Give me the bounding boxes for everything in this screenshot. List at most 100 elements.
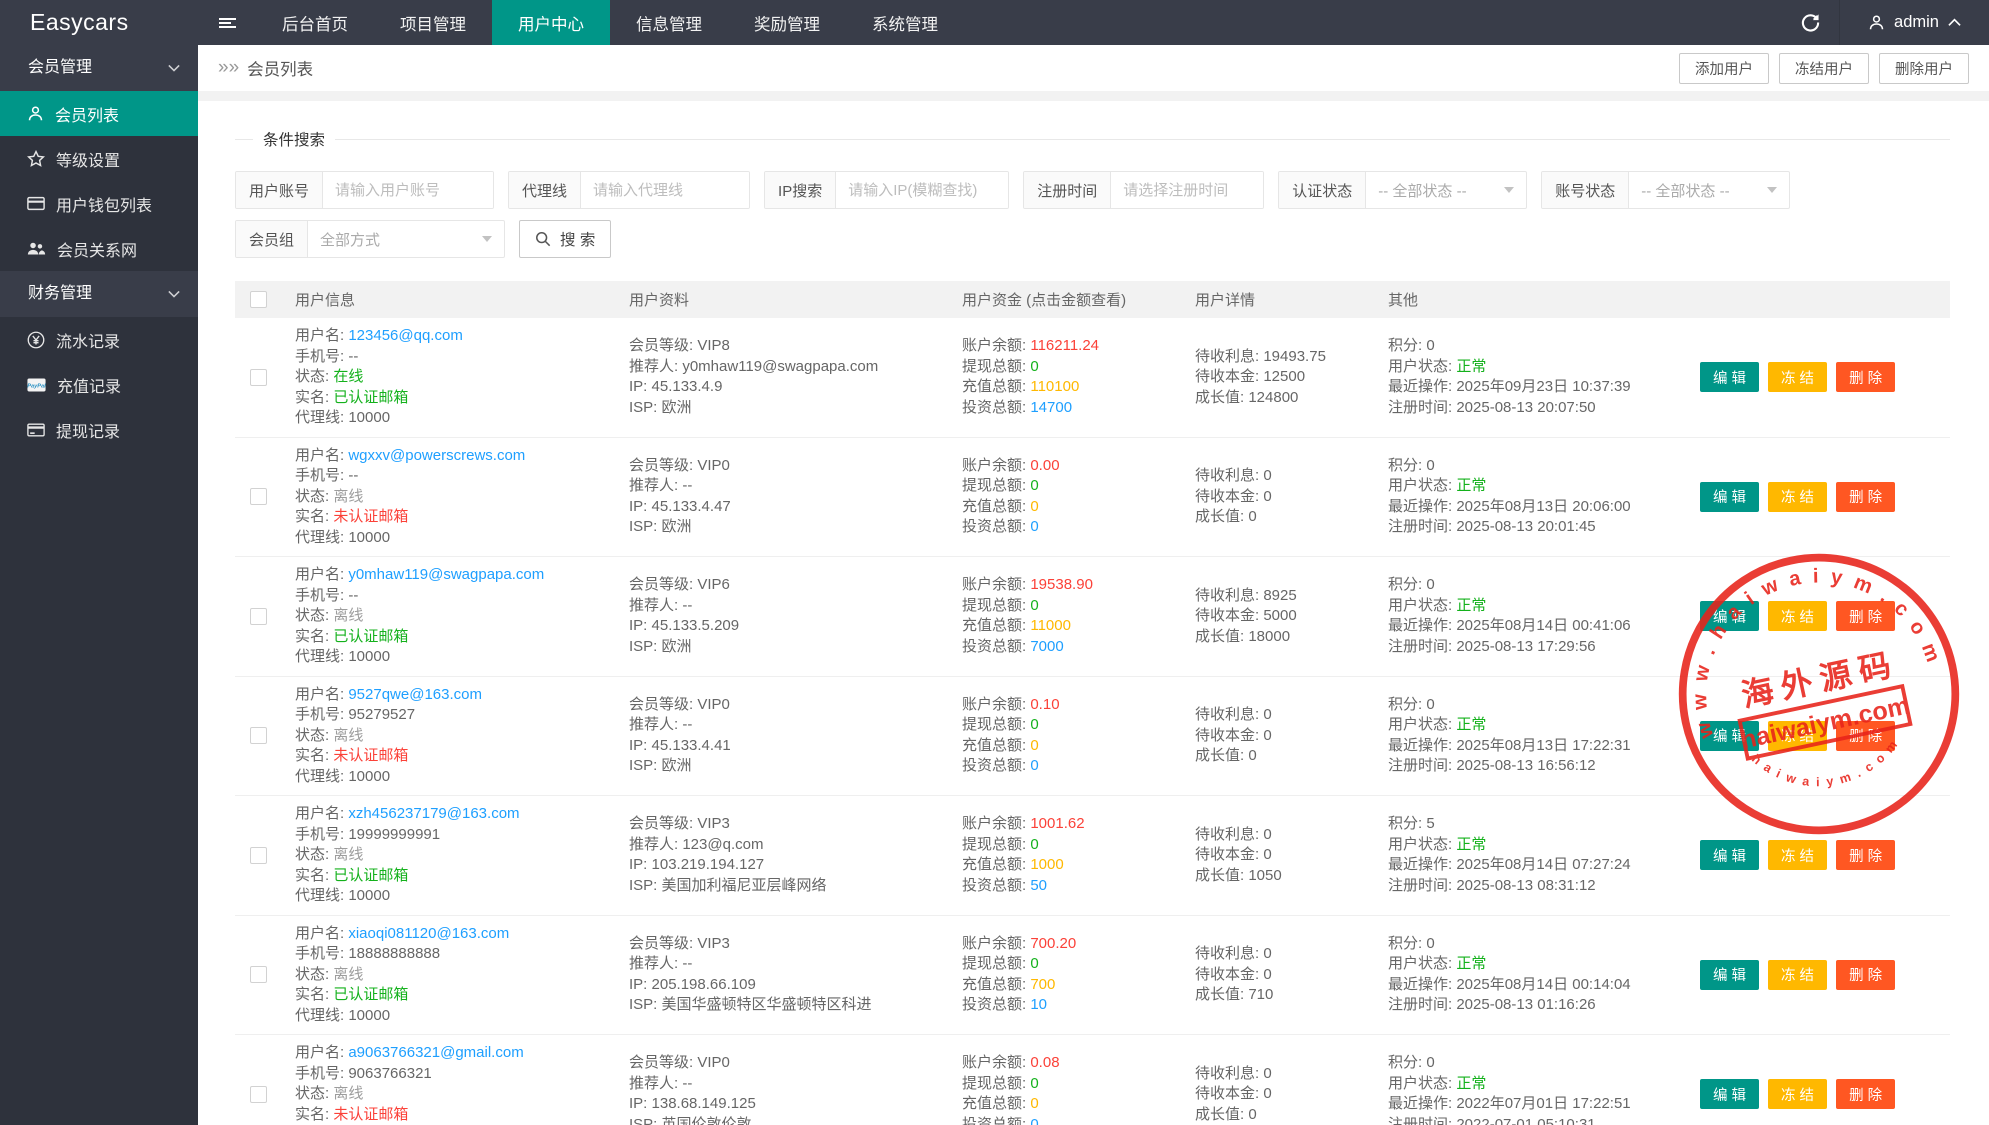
sidebar-item-user-wallets[interactable]: 用户钱包列表 (0, 181, 198, 226)
row-checkbox[interactable] (250, 727, 267, 744)
username-link[interactable]: 123456@qq.com (348, 327, 462, 344)
freeze-button[interactable]: 冻 结 (1768, 1079, 1827, 1109)
table-row: 用户名: wgxxv@powerscrews.com 手机号: -- 状态: 离… (235, 438, 1950, 558)
nav-item-system[interactable]: 系统管理 (846, 0, 964, 45)
withdraw-amount[interactable]: 0 (1030, 955, 1038, 972)
username-link[interactable]: 9527qwe@163.com (348, 686, 482, 703)
withdraw-amount[interactable]: 0 (1030, 836, 1038, 853)
delete-button[interactable]: 删 除 (1836, 362, 1895, 392)
freeze-user-button[interactable]: 冻结用户 (1779, 53, 1869, 84)
username-link[interactable]: a9063766321@gmail.com (348, 1044, 523, 1061)
user-account-input[interactable] (323, 172, 493, 208)
nav-item-rewards[interactable]: 奖励管理 (728, 0, 846, 45)
delete-button[interactable]: 删 除 (1836, 840, 1895, 870)
recharge-amount[interactable]: 1000 (1030, 856, 1063, 873)
invest-amount[interactable]: 10 (1030, 996, 1047, 1013)
balance-amount[interactable]: 19538.90 (1030, 576, 1093, 593)
sidebar-item-recharge-records[interactable]: PayPal 充值记录 (0, 362, 198, 407)
freeze-button[interactable]: 冻 结 (1768, 482, 1827, 512)
main-area: »» 会员列表 添加用户 冻结用户 删除用户 条件搜索 用户账号 代理线 IP搜… (198, 45, 1989, 1125)
recharge-amount[interactable]: 0 (1030, 498, 1038, 515)
edit-button[interactable]: 编 辑 (1700, 721, 1759, 751)
admin-menu[interactable]: admin (1839, 0, 1989, 45)
sidebar-toggle-button[interactable] (198, 0, 256, 45)
row-checkbox[interactable] (250, 608, 267, 625)
register-time-input[interactable] (1111, 172, 1263, 208)
freeze-button[interactable]: 冻 结 (1768, 601, 1827, 631)
table-row: 用户名: a9063766321@gmail.com 手机号: 90637663… (235, 1035, 1950, 1125)
username-link[interactable]: xzh456237179@163.com (348, 805, 519, 822)
nav-item-information[interactable]: 信息管理 (610, 0, 728, 45)
balance-amount[interactable]: 1001.62 (1030, 815, 1084, 832)
balance-amount[interactable]: 116211.24 (1030, 337, 1099, 354)
row-checkbox[interactable] (250, 488, 267, 505)
row-checkbox[interactable] (250, 847, 267, 864)
username-link[interactable]: wgxxv@powerscrews.com (348, 447, 525, 464)
edit-button[interactable]: 编 辑 (1700, 601, 1759, 631)
freeze-button[interactable]: 冻 结 (1768, 362, 1827, 392)
nav-item-projects[interactable]: 项目管理 (374, 0, 492, 45)
ip-search-input[interactable] (836, 172, 1008, 208)
withdraw-amount[interactable]: 0 (1030, 358, 1038, 375)
balance-amount[interactable]: 0.08 (1030, 1054, 1059, 1071)
add-user-button[interactable]: 添加用户 (1679, 53, 1769, 84)
delete-button[interactable]: 删 除 (1836, 1079, 1895, 1109)
recharge-amount[interactable]: 0 (1030, 737, 1038, 754)
delete-user-button[interactable]: 删除用户 (1879, 53, 1969, 84)
delete-button[interactable]: 删 除 (1836, 601, 1895, 631)
freeze-button[interactable]: 冻 结 (1768, 721, 1827, 751)
withdraw-amount[interactable]: 0 (1030, 1075, 1038, 1092)
search-button[interactable]: 搜 索 (519, 220, 611, 258)
balance-amount[interactable]: 0.00 (1030, 457, 1059, 474)
delete-button[interactable]: 删 除 (1836, 482, 1895, 512)
invest-amount[interactable]: 14700 (1030, 399, 1072, 416)
select-all-checkbox[interactable] (250, 291, 267, 308)
invest-amount[interactable]: 0 (1030, 757, 1038, 774)
invest-amount[interactable]: 0 (1030, 518, 1038, 535)
invest-amount[interactable]: 0 (1030, 1116, 1038, 1125)
withdraw-amount[interactable]: 0 (1030, 477, 1038, 494)
edit-button[interactable]: 编 辑 (1700, 482, 1759, 512)
recharge-amount[interactable]: 700 (1030, 976, 1055, 993)
sidebar-item-flow-records[interactable]: 流水记录 (0, 317, 198, 362)
sidebar-item-member-list[interactable]: 会员列表 (0, 91, 198, 136)
freeze-button[interactable]: 冻 结 (1768, 960, 1827, 990)
auth-status-select[interactable]: -- 全部状态 -- (1366, 172, 1526, 208)
invest-amount[interactable]: 50 (1030, 877, 1047, 894)
member-group-select[interactable]: 全部方式 (308, 221, 504, 257)
sidebar-group-members[interactable]: 会员管理 (0, 45, 198, 91)
sidebar-item-member-network[interactable]: 会员关系网 (0, 226, 198, 271)
withdraw-amount[interactable]: 0 (1030, 716, 1038, 733)
recharge-amount[interactable]: 110100 (1030, 378, 1079, 395)
caret-down-icon (1767, 187, 1777, 193)
nav-item-dashboard[interactable]: 后台首页 (256, 0, 374, 45)
invest-amount[interactable]: 7000 (1030, 638, 1063, 655)
row-checkbox[interactable] (250, 966, 267, 983)
sidebar-group-finance[interactable]: 财务管理 (0, 271, 198, 317)
recharge-amount[interactable]: 11000 (1030, 617, 1071, 634)
balance-amount[interactable]: 0.10 (1030, 696, 1059, 713)
edit-button[interactable]: 编 辑 (1700, 362, 1759, 392)
balance-amount[interactable]: 700.20 (1030, 935, 1076, 952)
delete-button[interactable]: 删 除 (1836, 960, 1895, 990)
member-group-group: 会员组 全部方式 (235, 220, 505, 258)
edit-button[interactable]: 编 辑 (1700, 1079, 1759, 1109)
chevron-down-icon (168, 64, 180, 72)
freeze-button[interactable]: 冻 结 (1768, 840, 1827, 870)
refresh-button[interactable] (1781, 0, 1839, 45)
sidebar-item-withdraw-records[interactable]: 提现记录 (0, 407, 198, 452)
row-checkbox[interactable] (250, 1086, 267, 1103)
username-link[interactable]: y0mhaw119@swagpapa.com (348, 566, 544, 583)
delete-button[interactable]: 删 除 (1836, 721, 1895, 751)
edit-button[interactable]: 编 辑 (1700, 960, 1759, 990)
edit-button[interactable]: 编 辑 (1700, 840, 1759, 870)
user-funds-cell: 账户余额: 0.10 提现总额: 0 充值总额: 0 投资总额: 0 (962, 695, 1195, 777)
withdraw-amount[interactable]: 0 (1030, 597, 1038, 614)
username-link[interactable]: xiaoqi081120@163.com (348, 925, 509, 942)
sidebar-item-level-settings[interactable]: 等级设置 (0, 136, 198, 181)
agent-line-input[interactable] (581, 172, 749, 208)
nav-item-user-center[interactable]: 用户中心 (492, 0, 610, 45)
account-status-select[interactable]: -- 全部状态 -- (1629, 172, 1789, 208)
row-checkbox[interactable] (250, 369, 267, 386)
recharge-amount[interactable]: 0 (1030, 1095, 1038, 1112)
